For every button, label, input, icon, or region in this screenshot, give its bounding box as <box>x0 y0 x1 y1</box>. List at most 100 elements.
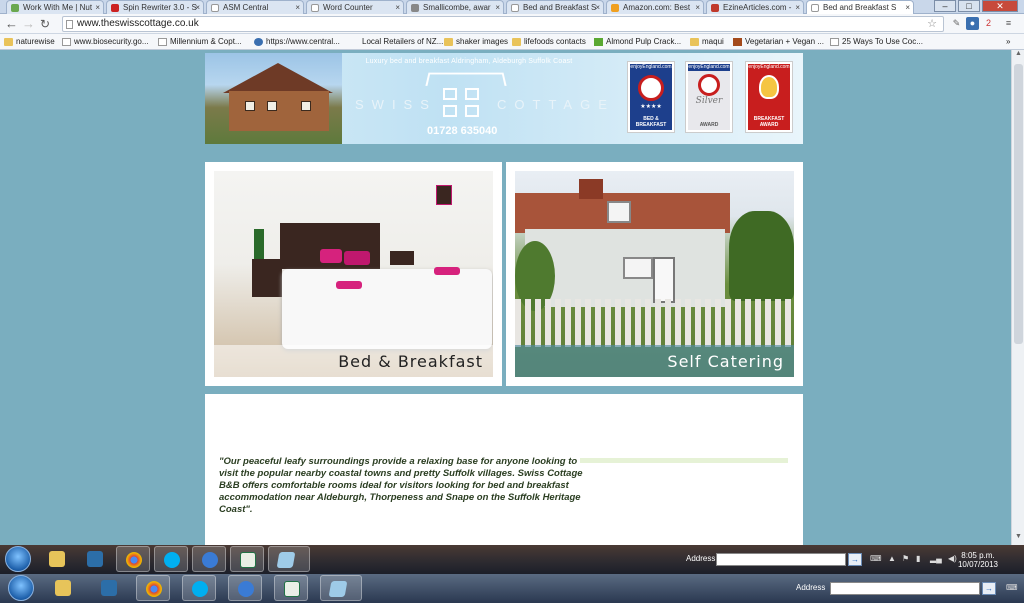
chrome-app[interactable] <box>136 575 170 601</box>
award-level: Silver <box>695 96 723 106</box>
chrome-app[interactable] <box>116 546 150 572</box>
bookmark-star-icon[interactable]: ☆ <box>927 17 937 31</box>
flag-icon[interactable]: ⚑ <box>902 554 909 563</box>
award-badge-silver[interactable]: enjoyEngland.com Silver AWARD <box>685 61 733 133</box>
close-icon[interactable]: × <box>695 1 700 14</box>
tab-favicon <box>11 4 19 12</box>
tab-word-counter[interactable]: Word Counter × <box>306 0 404 14</box>
app-taskbar-item[interactable] <box>92 575 126 601</box>
bookmark-label: lifefoods contacts <box>524 37 586 46</box>
tab-spin-rewriter[interactable]: Spin Rewriter 3.0 - S × <box>106 0 204 14</box>
window-shape <box>301 101 311 111</box>
page-scrollbar[interactable]: ▲ ▼ <box>1011 50 1024 545</box>
reload-icon[interactable]: ↻ <box>40 16 50 32</box>
bookmark-naturewise[interactable]: naturewise <box>4 36 55 48</box>
scroll-up-icon[interactable]: ▲ <box>1012 50 1024 62</box>
tab-amazon[interactable]: Amazon.com: Best × <box>606 0 704 14</box>
close-icon[interactable]: × <box>395 1 400 14</box>
bookmark-biosecurity[interactable]: www.biosecurity.go... <box>62 36 149 48</box>
profile-icon[interactable]: ● <box>966 17 979 30</box>
start-button[interactable] <box>8 575 34 601</box>
maximize-button[interactable]: □ <box>958 0 980 12</box>
bookmarks-overflow-button[interactable]: » <box>1006 36 1010 48</box>
scroll-thumb[interactable] <box>1014 64 1023 344</box>
app-taskbar-item[interactable] <box>78 546 112 572</box>
skype-app[interactable] <box>154 546 188 572</box>
tab-asm-central[interactable]: ASM Central × <box>206 0 304 14</box>
close-icon[interactable]: × <box>195 1 200 14</box>
go-button[interactable]: → <box>982 582 996 595</box>
menu-icon[interactable]: ≡ <box>1002 17 1015 30</box>
folder-icon <box>444 38 453 46</box>
address-toolbar-input[interactable] <box>830 582 980 595</box>
start-button[interactable] <box>5 546 31 572</box>
extension-icon[interactable]: ✎ <box>950 17 963 30</box>
ie-app[interactable] <box>228 575 262 601</box>
volume-icon[interactable]: ◀) <box>948 554 957 563</box>
self-catering-card[interactable]: Self Catering <box>506 162 803 386</box>
logo-window-shape <box>443 105 457 117</box>
bookmark-central[interactable]: https://www.central... <box>254 36 340 48</box>
excel-app[interactable] <box>230 546 264 572</box>
close-icon[interactable]: × <box>95 1 100 14</box>
bookmark-almond-pulp[interactable]: Almond Pulp Crack... <box>594 36 681 48</box>
award-badge-bed-breakfast[interactable]: enjoyEngland.com ★★★★ BED & BREAKFAST <box>627 61 675 133</box>
back-icon[interactable]: ← <box>5 16 18 32</box>
card-caption[interactable]: Bed & Breakfast <box>338 352 483 371</box>
bookmark-local-retailers[interactable]: Local Retailers of NZ... <box>350 36 443 48</box>
window-shape <box>607 201 631 223</box>
go-button[interactable]: → <box>848 553 862 566</box>
bookmark-lifefoods[interactable]: lifefoods contacts <box>512 36 586 48</box>
forward-icon[interactable]: → <box>22 16 35 32</box>
close-icon[interactable]: × <box>295 1 300 14</box>
skype-app[interactable] <box>182 575 216 601</box>
card-caption[interactable]: Self Catering <box>667 352 784 371</box>
tab-title: Work With Me | Nut <box>23 3 93 12</box>
scroll-down-icon[interactable]: ▼ <box>1012 533 1024 545</box>
keyboard-icon[interactable]: ⌨ <box>1006 583 1018 592</box>
tab-ezinearticles[interactable]: EzineArticles.com - × <box>706 0 804 14</box>
tab-work-with-me[interactable]: Work With Me | Nut × <box>6 0 104 14</box>
award-badge-breakfast[interactable]: enjoyEngland.com BREAKFAST AWARD <box>745 61 793 133</box>
bookmark-millennium[interactable]: Millennium & Copt... <box>158 36 242 48</box>
folder-icon <box>512 38 521 46</box>
close-icon[interactable]: × <box>595 1 600 14</box>
tab-smallicombe[interactable]: Smallicombe, awar × <box>406 0 504 14</box>
bookmark-shaker-images[interactable]: shaker images <box>444 36 508 48</box>
system-clock[interactable]: 8:05 p.m. 10/07/2013 <box>958 551 998 569</box>
bookmark-25-ways[interactable]: 25 Ways To Use Coc... <box>830 36 923 48</box>
towel-shape <box>434 267 460 275</box>
pillow-shape <box>344 251 370 265</box>
ie-icon <box>202 552 218 568</box>
notepad-app[interactable] <box>320 575 362 601</box>
close-icon[interactable]: × <box>795 1 800 14</box>
notepad-app[interactable] <box>268 546 310 572</box>
close-icon[interactable]: × <box>495 1 500 14</box>
bed-and-breakfast-card[interactable]: Bed & Breakfast <box>205 162 502 386</box>
keyboard-icon[interactable]: ⌨ <box>870 554 882 563</box>
taskbar-top: Address → ⌨ ▲ ⚑ ▮ ▂▄ ◀) 8:05 p.m. 10/07/… <box>0 545 1024 574</box>
explorer-app[interactable] <box>40 546 74 572</box>
tab-bed-and-breakfast-1[interactable]: Bed and Breakfast S × <box>506 0 604 14</box>
close-icon[interactable]: × <box>905 1 910 14</box>
tab-bed-and-breakfast-active[interactable]: Bed and Breakfast S × <box>806 0 914 14</box>
battery-icon[interactable]: ▮ <box>916 554 920 563</box>
yu-icon <box>594 38 603 46</box>
address-bar[interactable]: www.theswisscottage.co.uk ☆ <box>62 16 944 32</box>
bookmark-maqui[interactable]: maqui <box>690 36 724 48</box>
browser-toolbar: ← → ↻ www.theswisscottage.co.uk ☆ ✎ ● 2 … <box>0 14 1024 34</box>
address-toolbar-label: Address <box>796 583 826 592</box>
tree-shape <box>729 211 794 301</box>
ie-app[interactable] <box>192 546 226 572</box>
bookmark-vegetarian[interactable]: Vegetarian + Vegan ... <box>733 36 824 48</box>
tray-expand-icon[interactable]: ▲ <box>888 554 896 563</box>
signal-icon[interactable]: ▂▄ <box>930 554 942 563</box>
brand-name-left: SWISS <box>355 97 437 112</box>
explorer-app[interactable] <box>46 575 80 601</box>
award-label: AWARD <box>699 122 719 128</box>
address-toolbar-input[interactable] <box>716 553 846 566</box>
notification-icon[interactable]: 2 <box>982 17 995 30</box>
close-window-button[interactable]: ✕ <box>982 0 1018 12</box>
excel-app[interactable] <box>274 575 308 601</box>
minimize-button[interactable]: – <box>934 0 956 12</box>
